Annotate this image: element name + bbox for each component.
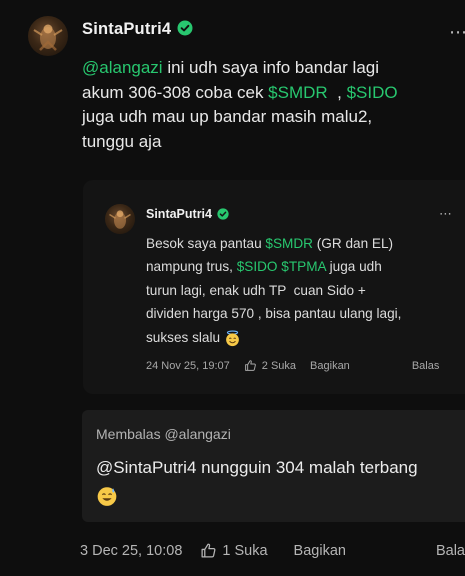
ticker-link-smdr[interactable]: $SMDR (268, 83, 328, 102)
thumbs-up-icon[interactable] (244, 359, 257, 372)
avatar-figure-icon (33, 24, 63, 51)
replying-to-card[interactable]: Membalas @alangazi @SintaPutri4 nungguin… (82, 410, 465, 522)
post-share-button[interactable]: Bagikan (294, 543, 346, 559)
verified-badge-icon (217, 208, 229, 220)
post-text-line: juga udh mau up bandar masih malu2, (82, 107, 373, 126)
post-text-segment: sukses slalu (146, 329, 221, 345)
post-footer: 3 Dec 25, 10:08 1 Suka Bagikan Bala (80, 542, 465, 559)
post-text-segment: nampung trus, (146, 259, 237, 275)
thumbs-up-icon[interactable] (200, 542, 217, 559)
quoted-like-count[interactable]: 2 Suka (262, 360, 296, 372)
quoted-author-avatar[interactable] (105, 204, 135, 234)
smiling-halo-emoji-icon (225, 329, 239, 346)
replying-to-text: @SintaPutri4 nungguin 304 malah terbang (96, 454, 465, 508)
post-text-line: dividen harga 570 , bisa pantau ulang la… (146, 306, 402, 322)
quoted-author-name[interactable]: SintaPutri4 (146, 207, 212, 221)
post-text-segment: (GR dan EL) (313, 236, 394, 251)
quoted-post-card[interactable]: SintaPutri4 ⋯ Besok saya pantau $SMDR (G… (83, 180, 465, 394)
replying-to-label: Membalas @alangazi (96, 426, 231, 442)
ticker-link-sido[interactable]: $SIDO (347, 83, 398, 102)
mention-link[interactable]: @alangazi (82, 58, 163, 77)
quoted-author-row: SintaPutri4 (146, 207, 229, 221)
post-reply-button[interactable]: Bala (436, 543, 465, 559)
quoted-post-footer: 24 Nov 25, 19:07 2 Suka Bagikan Balas (146, 359, 439, 372)
post-timestamp: 3 Dec 25, 10:08 (80, 542, 183, 559)
post-text-line: turun lagi, enak udh TP cuan Sido + (146, 282, 366, 298)
post-text-segment: akum 306-308 coba cek (82, 82, 269, 102)
verified-badge-icon (177, 20, 193, 36)
post-body: @alangazi ini udh saya info bandar lagi … (82, 56, 465, 154)
ticker-link-sido[interactable]: $SIDO (237, 259, 278, 274)
quoted-share-button[interactable]: Bagikan (310, 360, 350, 372)
author-name-row: SintaPutri4 (82, 20, 193, 39)
more-options-icon[interactable]: ⋯ (439, 206, 453, 222)
quoted-timestamp: 24 Nov 25, 19:07 (146, 359, 230, 372)
ticker-link-tpma[interactable]: $TPMA (281, 259, 326, 274)
more-options-icon[interactable]: ⋯ (449, 22, 465, 43)
post-text-segment: Besok saya pantau (146, 236, 266, 251)
quoted-post-body: Besok saya pantau $SMDR (GR dan EL) namp… (146, 232, 465, 349)
sweat-smile-emoji-icon (97, 486, 117, 506)
post-text-segment: ini udh saya info bandar lagi (162, 58, 380, 77)
post-text-segment: juga udh (325, 259, 382, 275)
post-like-count[interactable]: 1 Suka (222, 543, 267, 559)
ticker-link-smdr[interactable]: $SMDR (265, 236, 313, 251)
post-text-line: tunggu aja (82, 131, 162, 151)
author-avatar[interactable] (28, 16, 68, 56)
post-text-segment: , (327, 82, 347, 102)
author-name[interactable]: SintaPutri4 (82, 20, 171, 38)
avatar-figure-icon (109, 210, 131, 229)
replying-to-body: @SintaPutri4 nungguin 304 malah terbang (96, 458, 418, 477)
quoted-reply-button[interactable]: Balas (412, 360, 440, 372)
